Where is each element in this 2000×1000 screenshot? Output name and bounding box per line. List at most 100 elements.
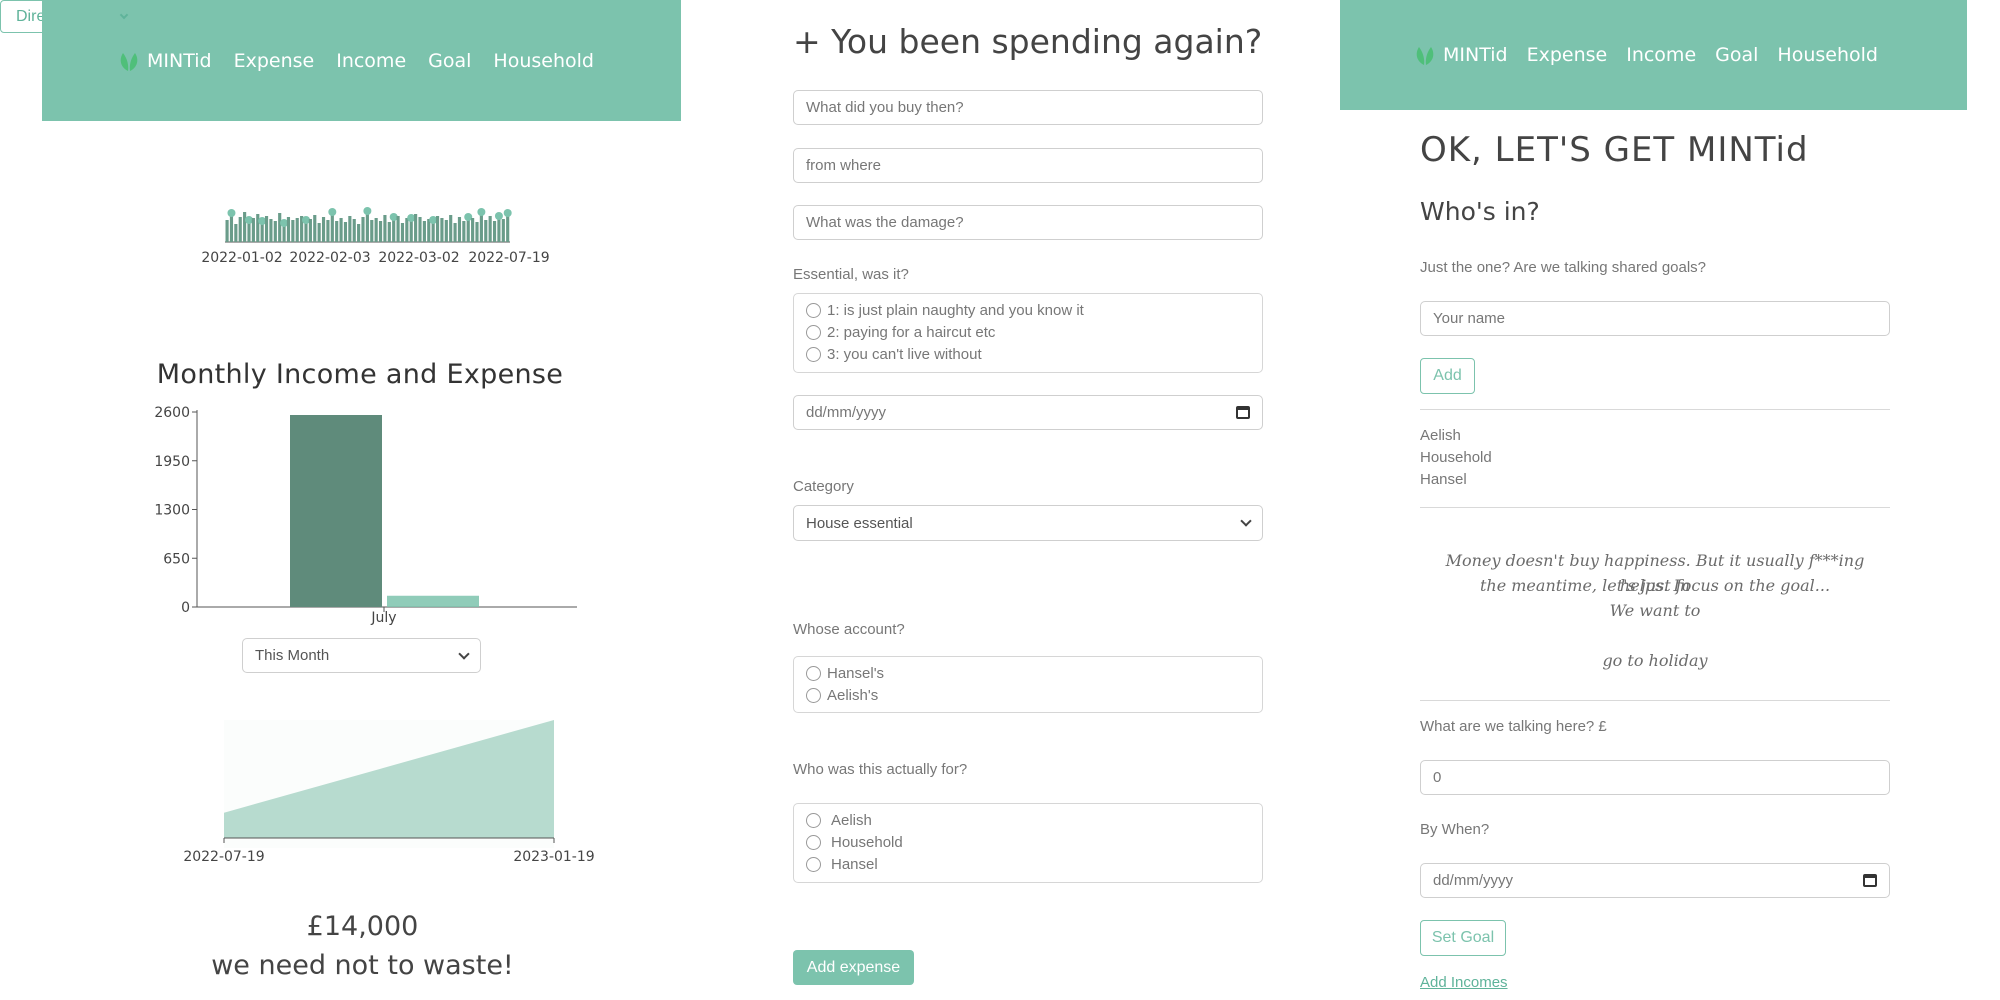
- nav-expense[interactable]: Expense: [1527, 44, 1608, 66]
- who-prompt: Just the one? Are we talking shared goal…: [1420, 259, 1707, 276]
- timeline-bar: [418, 217, 422, 242]
- set-goal-button[interactable]: Set Goal: [1420, 920, 1506, 956]
- divider: [1420, 409, 1890, 410]
- essential-option-1[interactable]: 1: is just plain naughty and you know it: [806, 302, 1084, 319]
- timeline-bar: [501, 219, 505, 242]
- nav-goal[interactable]: Goal: [428, 50, 471, 72]
- navbar-right: MINTid Expense Income Goal Household: [1340, 0, 1967, 110]
- add-member-button[interactable]: Add: [1420, 358, 1475, 394]
- bar-chart-ytick-label: 0: [181, 600, 190, 616]
- timeline-bar: [304, 222, 308, 242]
- date-placeholder: dd/mm/yyyy: [1433, 872, 1514, 889]
- goal-amount-input[interactable]: 0: [1420, 760, 1890, 795]
- timeline-bar: [400, 223, 405, 242]
- name-input[interactable]: Your name: [1420, 301, 1890, 336]
- brand-label: MINTid: [1443, 44, 1508, 66]
- radio-circle[interactable]: [806, 857, 821, 872]
- timeline-dot: [258, 217, 267, 225]
- member-item: Hansel: [1420, 471, 1467, 488]
- timeline-bar: [475, 222, 479, 242]
- divider: [1420, 507, 1890, 508]
- bar-chart-xtick-label: July: [370, 610, 396, 626]
- calendar-icon[interactable]: [1863, 874, 1877, 887]
- timeline-bar: [357, 224, 361, 242]
- timeline-bar: [497, 218, 501, 242]
- timeline-tick-label: 2022-07-19: [468, 250, 549, 265]
- category-select-value: House essential: [806, 514, 913, 532]
- amount-input[interactable]: What was the damage?: [793, 205, 1263, 240]
- timeline-ticks: 2022-01-02 2022-02-03 2022-03-02 2022-07…: [201, 250, 549, 265]
- timeline-bar: [247, 222, 251, 242]
- where-input-placeholder: from where: [806, 157, 882, 174]
- bar-chart-axes: [196, 410, 577, 612]
- brand-link[interactable]: MINTid: [117, 49, 212, 73]
- radio-circle[interactable]: [806, 347, 821, 362]
- for-option-hansel[interactable]: Hansel: [806, 856, 878, 873]
- add-expense-button[interactable]: Add expense: [793, 950, 914, 985]
- bar-chart-ytick-label: 650: [163, 551, 190, 567]
- timeline-dot: [328, 208, 337, 216]
- timeline-bar: [295, 218, 299, 242]
- timeline-dot: [389, 213, 398, 221]
- radio-circle[interactable]: [806, 666, 821, 681]
- add-incomes-link[interactable]: Add Incomes: [1420, 974, 1508, 991]
- timeline-dot: [407, 214, 416, 222]
- category-select[interactable]: House essential: [793, 505, 1263, 541]
- radio-circle[interactable]: [806, 688, 821, 703]
- timeline-dot: [477, 208, 486, 216]
- timeline-dot: [429, 216, 438, 224]
- nav-household[interactable]: Household: [1777, 44, 1878, 66]
- nav-expense[interactable]: Expense: [234, 50, 315, 72]
- period-select[interactable]: This Month: [242, 638, 481, 673]
- motivation-quote-line: the meantime, let's just focus on the go…: [1479, 576, 1831, 595]
- account-option-aelish[interactable]: Aelish's: [806, 687, 878, 704]
- for-option-household[interactable]: Household: [806, 834, 903, 851]
- essential-option-2[interactable]: 2: paying for a haircut etc: [806, 324, 995, 341]
- timeline-bar: [243, 212, 247, 242]
- timeline-bar: [435, 216, 440, 242]
- goal-date-input[interactable]: dd/mm/yyyy: [1420, 863, 1890, 898]
- expense-date-input[interactable]: dd/mm/yyyy: [793, 395, 1263, 430]
- timeline-bar: [361, 217, 365, 242]
- timeline-bar: [383, 215, 387, 242]
- timeline-bar: [378, 221, 383, 242]
- income-expense-bar-chart: 0 650 1300 1950 2600 July: [154, 405, 577, 626]
- member-item: Household: [1420, 449, 1492, 466]
- essential-option-3[interactable]: 3: you can't live without: [806, 346, 982, 363]
- timeline-bars: [225, 207, 512, 242]
- radio-circle[interactable]: [806, 303, 821, 318]
- goal-heading: OK, LET'S GET MINTid: [1420, 130, 1809, 170]
- radio-circle[interactable]: [806, 325, 821, 340]
- account-option-label: Hansel's: [827, 665, 885, 682]
- timeline-bar: [234, 224, 238, 242]
- nav-income[interactable]: Income: [1626, 44, 1696, 66]
- timeline-bar: [278, 213, 282, 242]
- item-input[interactable]: What did you buy then?: [793, 90, 1263, 125]
- timeline-dot: [503, 209, 512, 217]
- goal-date-label: By When?: [1420, 821, 1490, 838]
- nav-household[interactable]: Household: [493, 50, 594, 72]
- account-option-hansel[interactable]: Hansel's: [806, 665, 884, 682]
- where-input[interactable]: from where: [793, 148, 1263, 183]
- leaf-logo-icon: [1416, 47, 1434, 65]
- timeline-bar: [317, 223, 321, 242]
- nav-goal[interactable]: Goal: [1715, 44, 1758, 66]
- chevron-down-icon: [1240, 515, 1252, 527]
- timeline-bar: [370, 220, 374, 242]
- timeline-bar: [256, 214, 260, 242]
- radio-circle[interactable]: [806, 813, 821, 828]
- timeline-bar: [348, 216, 352, 242]
- calendar-icon[interactable]: [1236, 406, 1250, 419]
- area-chart-xtick-label: 2022-07-19: [183, 849, 264, 865]
- nav-income[interactable]: Income: [336, 50, 406, 72]
- goal-amount-value: 0: [1433, 769, 1442, 786]
- timeline-bar: [225, 220, 229, 242]
- brand-link[interactable]: MINTid: [1413, 43, 1508, 67]
- item-input-placeholder: What did you buy then?: [806, 99, 964, 116]
- for-option-aelish[interactable]: Aelish: [806, 812, 872, 829]
- timeline-bar: [365, 213, 369, 242]
- timeline-bar: [471, 218, 475, 242]
- radio-circle[interactable]: [806, 835, 821, 850]
- timeline-dot: [464, 213, 473, 221]
- amount-input-placeholder: What was the damage?: [806, 214, 964, 231]
